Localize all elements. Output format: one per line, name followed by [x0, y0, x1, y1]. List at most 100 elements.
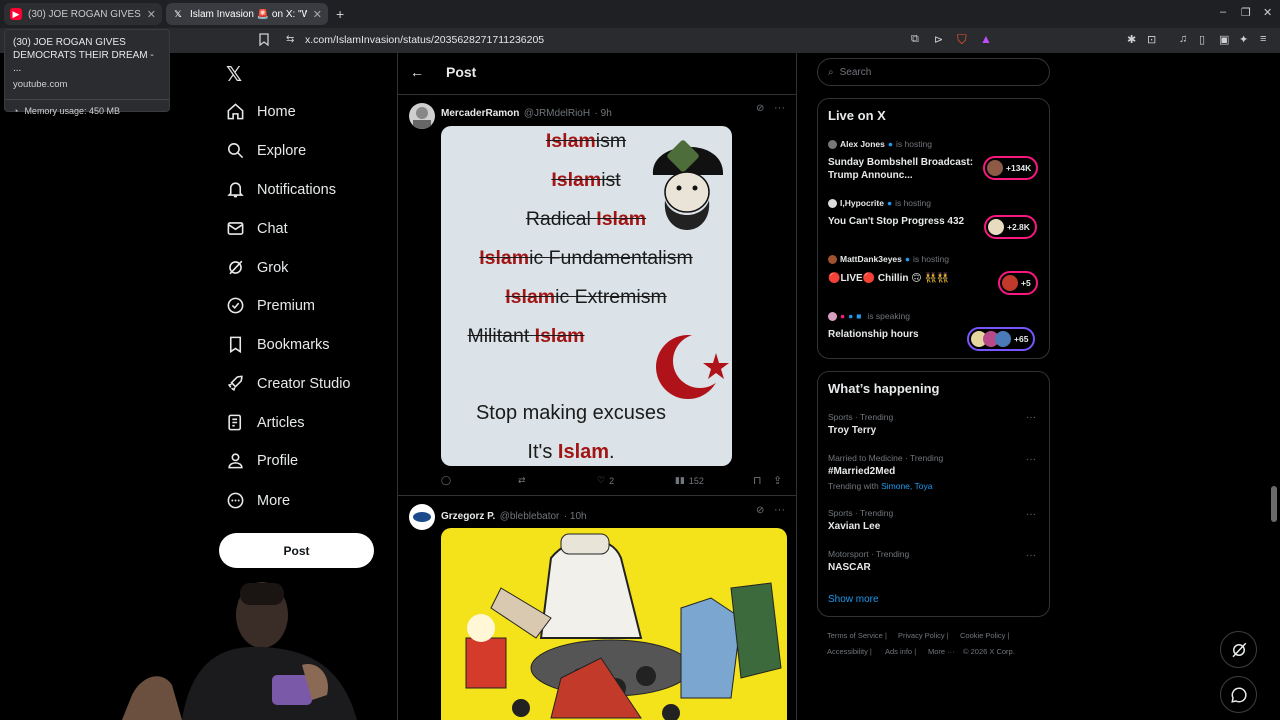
show-more-link[interactable]: Show more — [828, 594, 879, 605]
sidebar-item-home[interactable]: Home — [226, 102, 296, 121]
tab-youtube[interactable]: ▶ (30) JOE ROGAN GIVES DEMO ✕ — [4, 3, 162, 25]
sidebar-item-articles[interactable]: Articles — [226, 413, 305, 432]
tab-hover-card: (30) JOE ROGAN GIVES DEMOCRATS THEIR DRE… — [4, 29, 170, 116]
sidebar-item-grok[interactable]: Grok — [226, 258, 288, 277]
maximize-icon[interactable]: ❐ — [1241, 6, 1251, 19]
sidebar-item-more[interactable]: More — [226, 491, 290, 510]
leo-ai-icon[interactable]: ✦ — [1239, 33, 1248, 46]
wallet-icon[interactable]: ▣ — [1219, 33, 1229, 46]
live-listener-pill[interactable]: +5 — [998, 271, 1038, 295]
footer-more-link[interactable]: More ··· — [928, 647, 955, 656]
live-host[interactable]: I,Hypocrite ● is hosting — [828, 198, 931, 208]
close-window-icon[interactable]: ✕ — [1263, 6, 1272, 19]
tab-x-post[interactable]: 𝕏 Islam Invasion 🚨 on X: "Wi ✕ — [166, 3, 328, 25]
post-time[interactable]: · 9h — [595, 108, 612, 119]
live-listener-pill[interactable]: +2.8K — [984, 215, 1037, 239]
post-author-name[interactable]: Grzegorz P. — [441, 511, 495, 522]
new-tab-icon[interactable]: + — [336, 6, 344, 22]
post-button[interactable]: Post — [219, 533, 374, 568]
sidebar-item-explore[interactable]: Explore — [226, 141, 306, 160]
url-text[interactable]: x.com/IslamInvasion/status/2035628271711… — [305, 34, 544, 46]
footer-cookie-link[interactable]: Cookie Policy | — [960, 631, 1009, 640]
page-scrollbar-thumb[interactable] — [1271, 486, 1277, 522]
trend-name[interactable]: #Married2Med — [828, 466, 895, 477]
close-tab-icon[interactable]: ✕ — [147, 8, 156, 21]
sidebar-item-notifications[interactable]: Notifications — [226, 180, 336, 199]
media-icon[interactable]: ♫ — [1179, 33, 1187, 45]
live-host[interactable]: ● ● ■ is speaking — [828, 311, 910, 321]
footer-privacy-link[interactable]: Privacy Policy | — [898, 631, 949, 640]
footer-accessibility-link[interactable]: Accessibility | — [827, 647, 872, 656]
live-space-title[interactable]: 🔴LIVE🔴 Chillin 🙃 👯‍♂️👯 — [828, 272, 978, 285]
grok-explain-icon[interactable]: ⊘ — [756, 505, 764, 516]
post-author-handle[interactable]: @bleblebator — [500, 511, 560, 522]
views-button[interactable]: ▮▮ 152 — [675, 475, 704, 486]
back-arrow-icon[interactable]: ← — [410, 64, 424, 80]
search-input[interactable]: ⌕ Search — [817, 58, 1050, 86]
avatar[interactable] — [409, 103, 435, 129]
home-icon — [227, 103, 244, 120]
trend-more-icon[interactable]: ··· — [1026, 454, 1036, 465]
post-time[interactable]: · 10h — [564, 511, 587, 522]
footer-copyright: © 2026 X Corp. — [963, 647, 1015, 656]
sidebar-toggle-icon[interactable]: ▯ — [1199, 33, 1205, 46]
repost-button[interactable]: ⇄ — [518, 475, 530, 486]
footer-ads-link[interactable]: Ads info | — [885, 647, 916, 656]
live-listener-pill[interactable]: +65 — [967, 327, 1036, 351]
messages-fab[interactable] — [1220, 676, 1257, 713]
more-options-icon[interactable]: ··· — [774, 102, 785, 114]
trend-more-icon[interactable]: ··· — [1026, 509, 1036, 520]
post-image[interactable] — [441, 528, 787, 720]
memory-icon: ◔ — [13, 106, 19, 116]
mail-icon — [227, 222, 244, 235]
site-info-icon[interactable]: ⇆ — [286, 34, 294, 45]
avatar[interactable] — [409, 504, 435, 530]
post-image[interactable]: Islamism Islamist Radical Islam Islamic … — [441, 126, 732, 466]
grok-fab[interactable] — [1220, 631, 1257, 668]
trend-name[interactable]: NASCAR — [828, 562, 871, 573]
grok-icon — [1231, 642, 1246, 657]
sidebar-item-chat[interactable]: Chat — [226, 219, 288, 238]
minimize-icon[interactable]: – — [1220, 6, 1226, 18]
reply-icon: ◯ — [441, 475, 452, 485]
footer-terms-link[interactable]: Terms of Service | — [827, 631, 887, 640]
sidebar-item-bookmarks[interactable]: Bookmarks — [226, 335, 330, 354]
share-icon[interactable]: ⇪ — [773, 474, 782, 487]
trend-more-icon[interactable]: ··· — [1026, 550, 1036, 561]
more-circle-icon — [227, 492, 244, 509]
bookmark-icon[interactable]: ⊓ — [753, 474, 762, 487]
tab-search-icon[interactable]: ⊡ — [1147, 33, 1156, 46]
live-space-title[interactable]: Sunday Bombshell Broadcast: Trump Announ… — [828, 156, 978, 182]
meme-line-1: Islamism — [545, 130, 627, 152]
grok-icon — [229, 260, 243, 275]
menu-icon[interactable]: ≡ — [1260, 33, 1266, 45]
person-icon — [228, 453, 243, 469]
rewards-icon[interactable]: ▲ — [980, 32, 992, 46]
close-tab-icon[interactable]: ✕ — [313, 8, 322, 21]
live-space-title[interactable]: Relationship hours — [828, 328, 919, 341]
webcam-overlay — [112, 575, 370, 720]
like-button[interactable]: ♡ 2 — [597, 475, 614, 486]
share-page-icon[interactable]: ⧉ — [911, 33, 919, 46]
trend-name[interactable]: Xavian Lee — [828, 521, 880, 532]
reply-button[interactable]: ◯ — [441, 475, 455, 486]
sidebar-item-premium[interactable]: Premium — [226, 296, 315, 315]
sidebar-item-creator-studio[interactable]: Creator Studio — [226, 374, 351, 393]
post-author-handle[interactable]: @JRMdelRioH — [524, 108, 590, 119]
cast-icon[interactable]: ⊳ — [934, 33, 943, 46]
more-options-icon[interactable]: ··· — [774, 504, 785, 516]
live-space-title[interactable]: You Can't Stop Progress 432 — [828, 215, 964, 228]
extensions-icon[interactable]: ✱ — [1127, 33, 1136, 46]
trend-more-icon[interactable]: ··· — [1026, 412, 1036, 423]
live-listener-pill[interactable]: +134K — [983, 156, 1039, 180]
grok-explain-icon[interactable]: ⊘ — [756, 103, 764, 114]
live-host[interactable]: Alex Jones ● is hosting — [828, 139, 932, 149]
x-logo-icon[interactable]: 𝕏 — [226, 62, 242, 87]
post-author-name[interactable]: MercaderRamon — [441, 108, 519, 119]
sidebar-item-profile[interactable]: Profile — [226, 451, 298, 470]
trend-name[interactable]: Troy Terry — [828, 425, 876, 436]
bookmark-page-icon[interactable] — [259, 33, 269, 49]
brave-shield-icon[interactable]: ⛉ — [957, 32, 967, 48]
live-host[interactable]: MattDank3eyes ● is hosting — [828, 254, 949, 264]
meme-line-2: Islamist — [551, 169, 621, 191]
